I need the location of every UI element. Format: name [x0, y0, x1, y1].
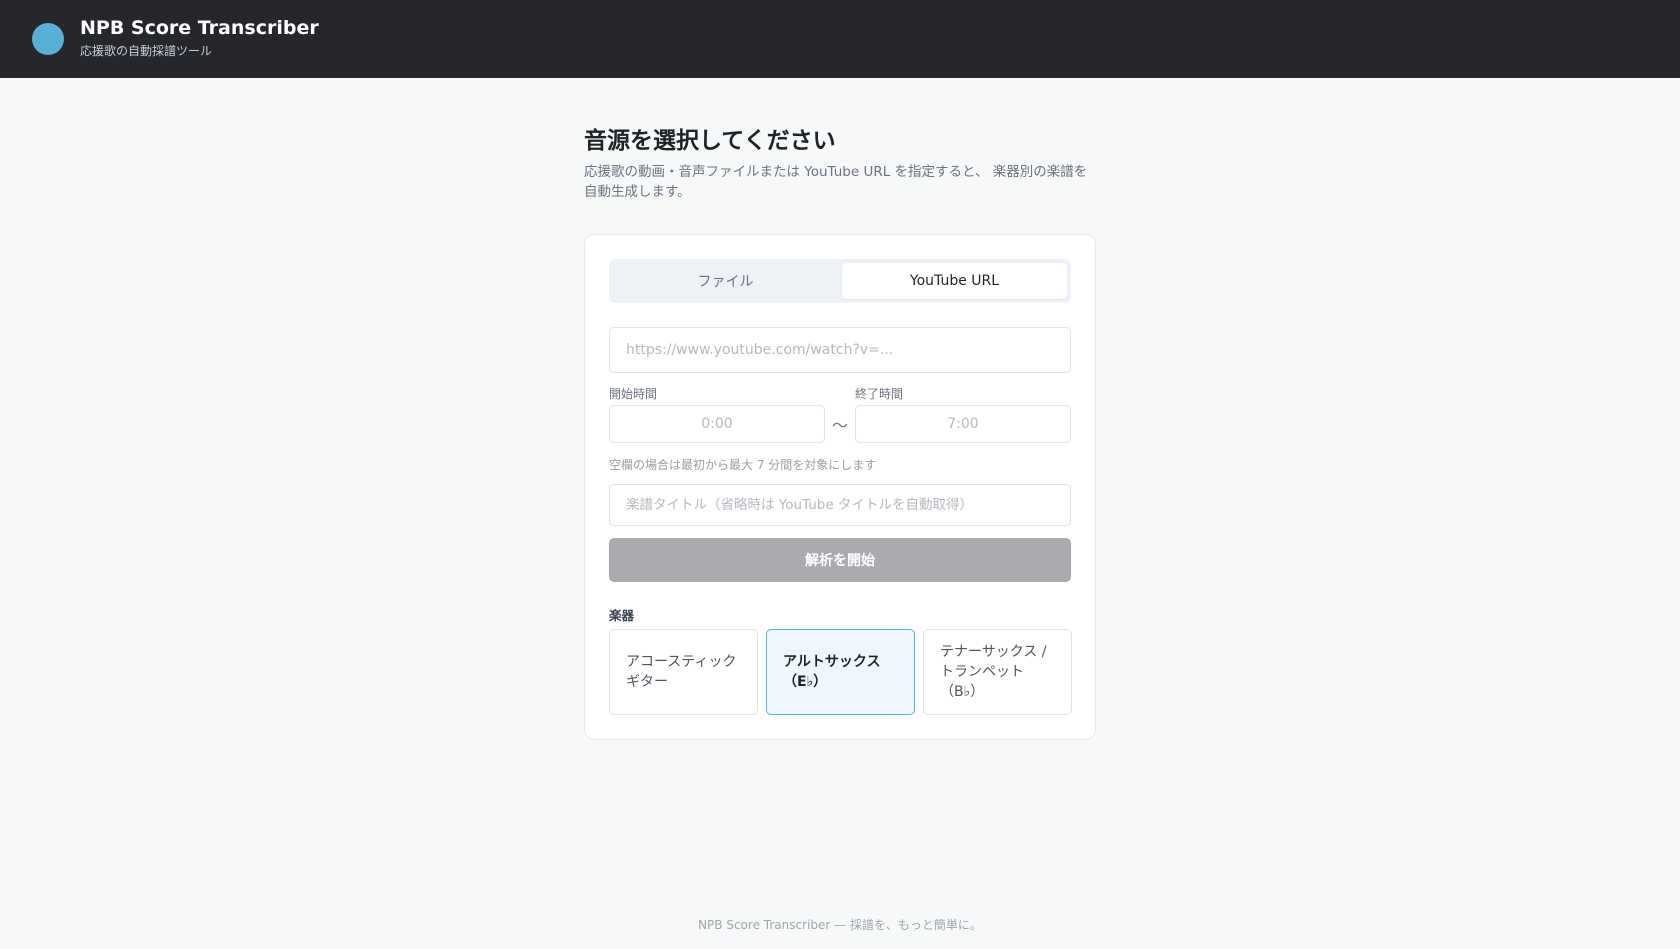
end-time-input[interactable] — [855, 405, 1071, 443]
instrument-option-label: アコースティック ギター — [626, 654, 737, 690]
range-separator: 〜 — [831, 416, 848, 435]
instrument-option-tenor-sax-trumpet[interactable]: テナーサックス / トランペット （B♭） — [923, 629, 1072, 715]
page-description: 応援歌の動画・音声ファイルまたは YouTube URL を指定すると、 楽器別… — [584, 164, 1088, 200]
source-card: ファイル YouTube URL 開始時間 終了時間 〜 空欄の場合は最初から最… — [584, 234, 1096, 740]
app-title: NPB Score Transcriber — [80, 17, 319, 39]
intro-section: 音源を選択してください 応援歌の動画・音声ファイルまたは YouTube URL… — [584, 126, 1096, 202]
tab-youtube-url[interactable]: YouTube URL — [842, 263, 1067, 299]
source-tabs: ファイル YouTube URL — [609, 259, 1071, 303]
tab-file[interactable]: ファイル — [613, 263, 838, 299]
page-title: 音源を選択してください — [584, 128, 836, 154]
score-title-input[interactable] — [609, 484, 1071, 526]
instrument-section-label: 楽器 — [609, 608, 635, 623]
instrument-option-alto-sax[interactable]: アルトサックス （E♭） — [766, 629, 915, 715]
top-bar: NPB Score Transcriber 応援歌の自動採譜ツール — [0, 0, 1680, 78]
start-time-input[interactable] — [609, 405, 825, 443]
time-range-hint: 空欄の場合は最初から最大 7 分間を対象にします — [609, 458, 877, 472]
instrument-option-label: アルトサックス （E♭） — [783, 654, 881, 690]
app-subtitle: 応援歌の自動採譜ツール — [80, 44, 213, 58]
instrument-option-label: テナーサックス / トランペット （B♭） — [940, 644, 1047, 700]
start-time-label: 開始時間 — [609, 387, 658, 401]
start-analysis-button[interactable]: 解析を開始 — [609, 538, 1071, 582]
footer-text: NPB Score Transcriber — 採譜を、もっと簡単に。 — [698, 918, 982, 932]
youtube-url-input[interactable] — [609, 327, 1071, 373]
end-time-label: 終了時間 — [855, 387, 904, 401]
app-logo-icon — [32, 23, 64, 55]
instrument-option-acoustic-guitar[interactable]: アコースティック ギター — [609, 629, 758, 715]
